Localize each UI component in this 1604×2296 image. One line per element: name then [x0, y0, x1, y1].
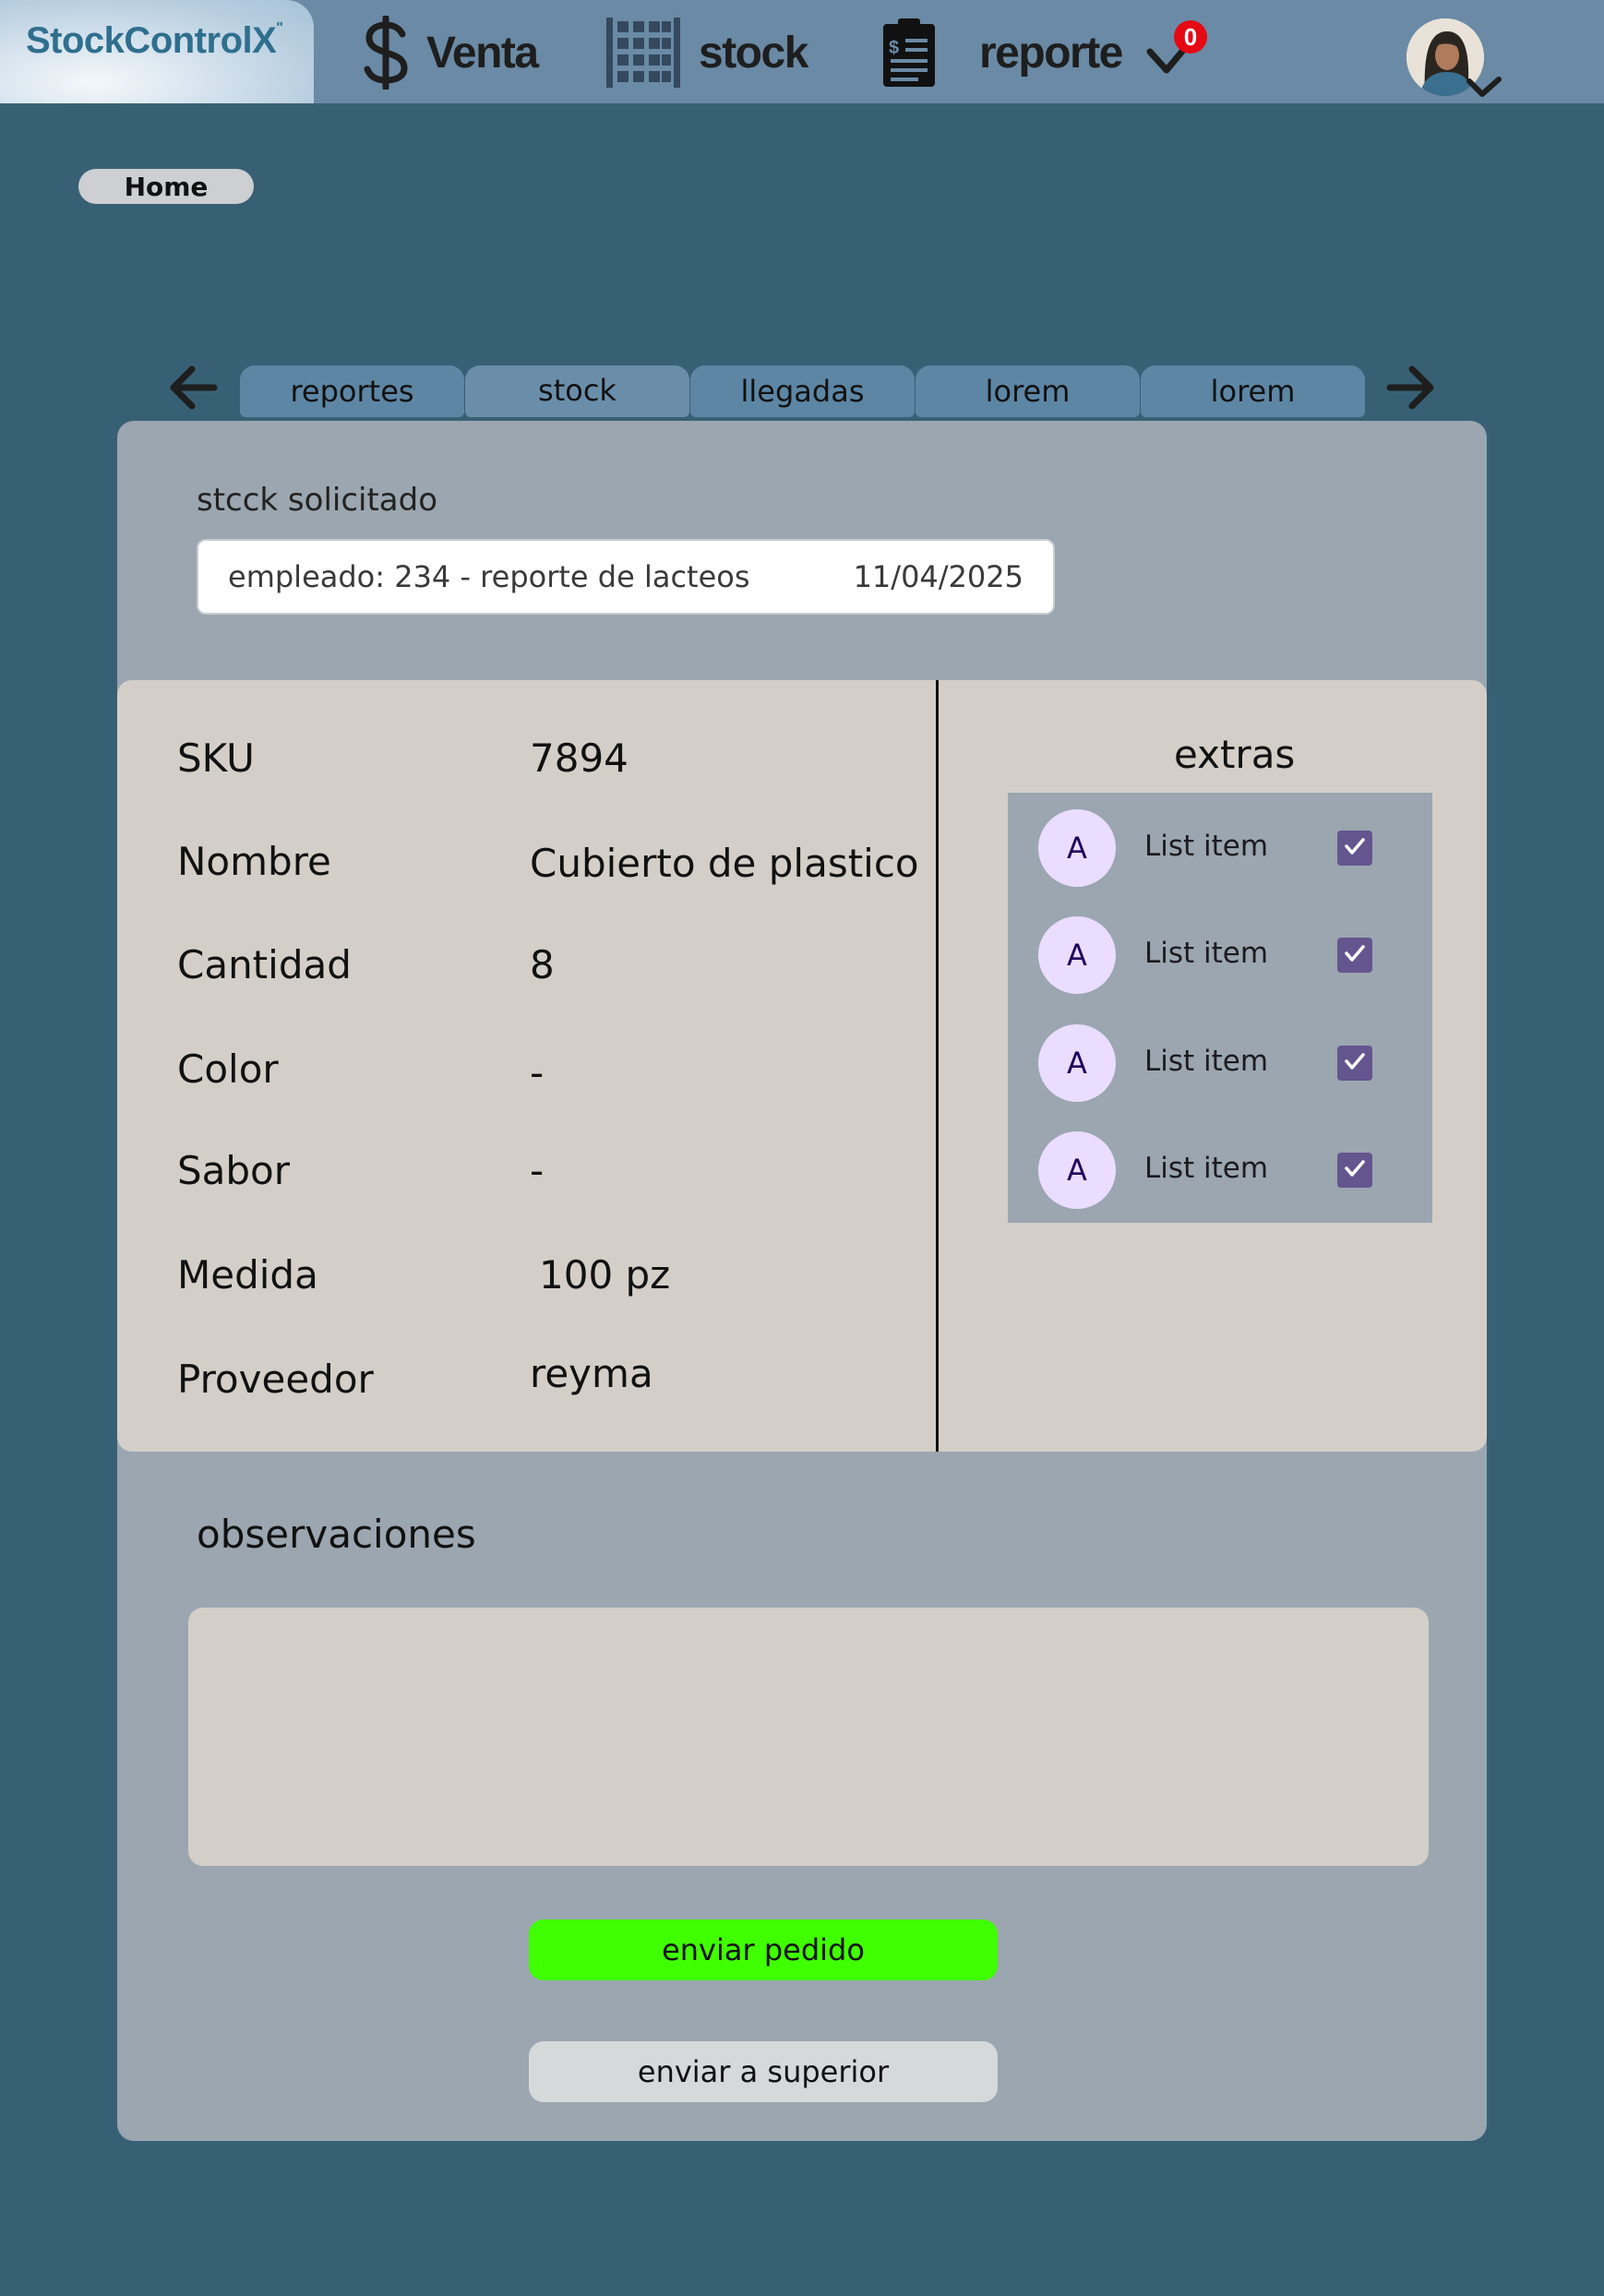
detail-value: 8: [530, 942, 555, 987]
stock-request-card: stcck solicitado empleado: 234 - reporte…: [117, 421, 1487, 2141]
product-info-panel: SKU 7894 Nombre Cubierto de plastico Can…: [117, 680, 1487, 1452]
detail-value: 100 pz: [539, 1252, 671, 1297]
detail-label: Nombre: [177, 839, 331, 884]
detail-value: -: [530, 1050, 545, 1095]
request-label: stcck solicitado: [197, 482, 438, 519]
tab-lorem-2[interactable]: lorem: [1141, 365, 1365, 417]
breadcrumb-home[interactable]: Home: [78, 169, 254, 204]
detail-label: Cantidad: [177, 942, 352, 987]
notification-badge: 0: [1174, 20, 1207, 54]
list-item-avatar: A: [1038, 1024, 1116, 1102]
detail-row: Proveedor reyma: [177, 1351, 653, 1402]
clipboard-report-icon: $: [881, 17, 937, 89]
logo[interactable]: StockControlX": [0, 0, 314, 103]
list-item-label: List item: [1144, 937, 1269, 970]
list-item[interactable]: A List item: [1008, 916, 1432, 994]
nav-venta[interactable]: Venta: [362, 11, 539, 94]
dollar-icon: [362, 16, 410, 90]
detail-value: Cubierto de plastico: [530, 841, 919, 886]
tab-bar: reportes stock llegadas lorem lorem: [240, 365, 1366, 417]
detail-value: 7894: [530, 735, 628, 781]
shelves-icon: [604, 16, 682, 90]
list-item[interactable]: A List item: [1008, 1024, 1432, 1102]
check-icon: [1343, 941, 1367, 969]
list-item-checkbox[interactable]: [1337, 831, 1372, 866]
list-item[interactable]: A List item: [1008, 809, 1432, 887]
arrow-left-icon: [168, 365, 220, 417]
detail-label: Color: [177, 1046, 279, 1092]
check-icon: [1343, 1156, 1367, 1184]
list-item-label: List item: [1144, 1152, 1269, 1185]
request-value: empleado: 234 - reporte de lacteos: [228, 559, 750, 594]
chevron-down-icon: [1466, 77, 1502, 105]
nav-stock-label: stock: [699, 28, 808, 78]
list-item-checkbox[interactable]: [1337, 938, 1372, 973]
send-order-button[interactable]: enviar pedido: [529, 1919, 998, 1980]
list-item-label: List item: [1144, 1045, 1269, 1078]
detail-value: reyma: [530, 1351, 653, 1396]
detail-label: Medida: [177, 1252, 318, 1297]
chevron-down-icon: [1144, 44, 1191, 87]
top-bar: StockControlX" Venta stock $ reporte 0: [0, 0, 1604, 103]
detail-row: Sabor -: [177, 1148, 544, 1193]
list-item[interactable]: A List item: [1008, 1131, 1432, 1209]
detail-row: Nombre Cubierto de plastico: [177, 839, 919, 886]
logo-text: StockControlX": [26, 20, 283, 61]
detail-label: Sabor: [177, 1148, 291, 1193]
arrow-right-icon: [1384, 365, 1436, 417]
extras-list: A List item A List item A List item A Li…: [1008, 793, 1432, 1223]
check-icon: [1343, 1049, 1367, 1077]
list-item-checkbox[interactable]: [1337, 1153, 1372, 1188]
request-field[interactable]: empleado: 234 - reporte de lacteos 11/04…: [197, 539, 1055, 615]
list-item-label: List item: [1144, 830, 1269, 863]
nav-reporte-label: reporte: [979, 28, 1123, 78]
tab-reportes[interactable]: reportes: [240, 365, 464, 417]
detail-label: Proveedor: [177, 1357, 374, 1402]
observations-label: observaciones: [197, 1512, 476, 1557]
svg-text:$: $: [889, 38, 899, 58]
detail-value: -: [530, 1148, 545, 1193]
extras-title: extras: [1174, 732, 1296, 777]
send-to-superior-button[interactable]: enviar a superior: [529, 2041, 998, 2102]
list-item-checkbox[interactable]: [1337, 1046, 1372, 1081]
check-icon: [1343, 834, 1367, 862]
list-item-avatar: A: [1038, 1131, 1116, 1209]
tab-llegadas[interactable]: llegadas: [690, 365, 915, 417]
detail-row: SKU 7894: [177, 735, 628, 781]
list-item-avatar: A: [1038, 809, 1116, 887]
nav-reporte[interactable]: $ reporte: [881, 11, 1123, 94]
observations-textarea[interactable]: [188, 1608, 1429, 1866]
detail-row: Color -: [177, 1046, 544, 1095]
list-item-avatar: A: [1038, 916, 1116, 994]
vertical-divider: [936, 680, 939, 1452]
detail-label: SKU: [177, 735, 255, 781]
tab-stock[interactable]: stock: [465, 365, 689, 417]
detail-row: Medida 100 pz: [177, 1252, 670, 1297]
profile-menu-toggle[interactable]: [1466, 74, 1502, 102]
nav-stock[interactable]: stock: [604, 11, 808, 94]
tab-lorem-1[interactable]: lorem: [916, 365, 1140, 417]
tabs-prev-button[interactable]: [168, 362, 220, 413]
nav-venta-label: Venta: [426, 28, 539, 78]
detail-row: Cantidad 8: [177, 942, 555, 987]
tabs-next-button[interactable]: [1384, 362, 1436, 413]
request-date: 11/04/2025: [853, 559, 1023, 594]
